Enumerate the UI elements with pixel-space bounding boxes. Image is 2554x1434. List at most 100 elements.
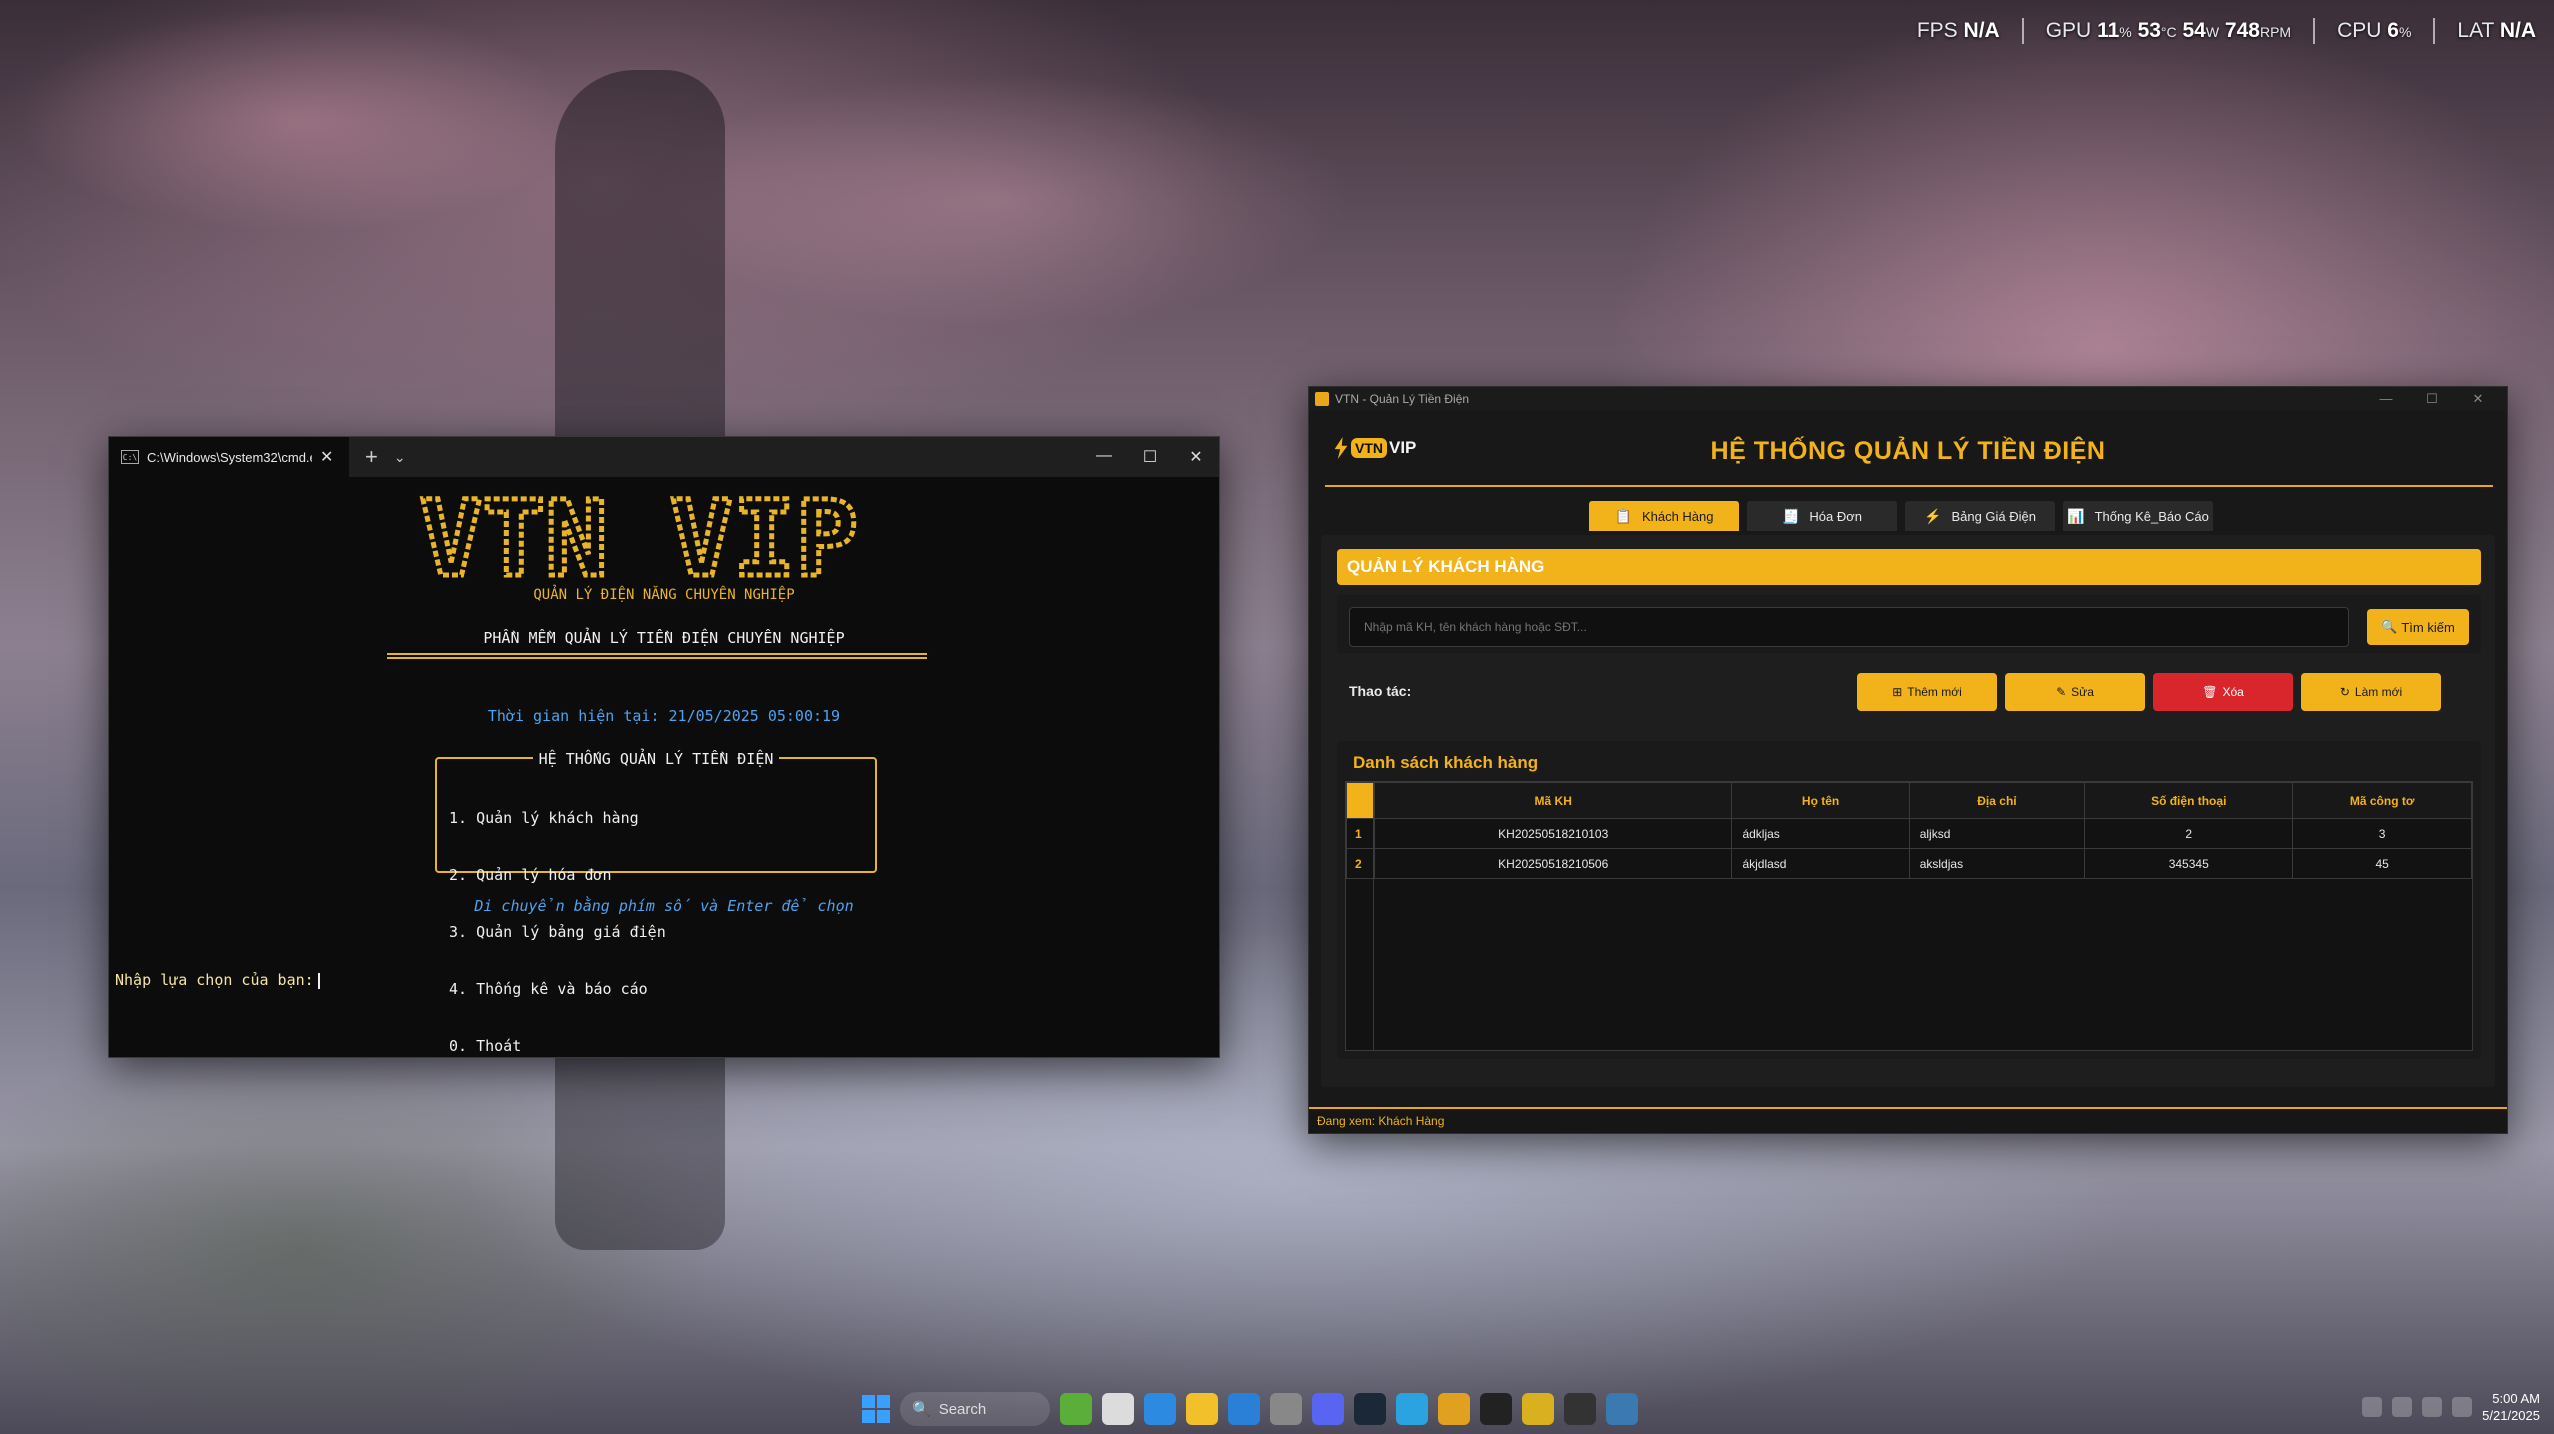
hud-cpu: CPU 6%: [2337, 19, 2412, 42]
tab-dropdown-button[interactable]: ⌄: [394, 449, 406, 466]
maximize-button[interactable]: ☐: [1127, 447, 1173, 467]
taskbar-search-label: Search: [938, 1400, 987, 1418]
menu-item[interactable]: 2. Quản lý hóa đơn: [449, 866, 666, 885]
chrome-icon[interactable]: [1438, 1393, 1470, 1425]
search-button[interactable]: 🔍 Tìm kiếm: [2367, 609, 2469, 645]
section-title: QUẢN LÝ KHÁCH HÀNG: [1337, 549, 2481, 585]
terminal-tab[interactable]: C:\ C:\Windows\System32\cmd.e ✕: [109, 437, 349, 477]
discord-icon[interactable]: [1312, 1393, 1344, 1425]
python-icon[interactable]: [1606, 1393, 1638, 1425]
app-icon[interactable]: [1480, 1393, 1512, 1425]
add-button-label: Thêm mới: [1907, 685, 1962, 699]
terminal-icon[interactable]: [1564, 1393, 1596, 1425]
app-header: VTN VIP HỆ THỐNG QUẢN LÝ TIỀN ĐIỆN: [1309, 411, 2507, 473]
ascii-logo: VTN VIP: [417, 487, 860, 597]
vtn-app-icon[interactable]: [1522, 1393, 1554, 1425]
minimize-button[interactable]: —: [2363, 391, 2409, 407]
telegram-icon[interactable]: [1396, 1393, 1428, 1425]
cell-dia-chi[interactable]: aljksd: [1908, 818, 2086, 849]
cell-ma-kh[interactable]: KH20250518210103: [1373, 818, 1733, 849]
refresh-button[interactable]: ↻ Làm mới: [2301, 673, 2441, 711]
search-button-label: Tìm kiếm: [2401, 619, 2455, 635]
network-icon[interactable]: [2422, 1397, 2443, 1417]
search-input[interactable]: [1349, 607, 2349, 647]
terminal-titlebar[interactable]: C:\ C:\Windows\System32\cmd.e ✕ + ⌄ — ☐ …: [109, 437, 1219, 477]
widgets-icon[interactable]: [1060, 1393, 1092, 1425]
delete-button-label: Xóa: [2222, 685, 2244, 699]
cell-dia-chi[interactable]: aksldjas: [1908, 848, 2086, 879]
tray-icon[interactable]: [2362, 1397, 2383, 1417]
tab-khach-hang[interactable]: 📋 Khách Hàng: [1589, 501, 1739, 531]
clock[interactable]: 5:00 AM 5/21/2025: [2482, 1390, 2540, 1424]
row-header-column: [1346, 782, 1374, 1050]
window-controls: — ☐ ✕: [2363, 391, 2501, 407]
customer-panel: QUẢN LÝ KHÁCH HÀNG 🔍 Tìm kiếm Thao tác: …: [1321, 535, 2495, 1087]
start-button[interactable]: [862, 1395, 890, 1423]
close-button[interactable]: ✕: [2455, 391, 2501, 407]
menu-item[interactable]: 0. Thoát: [449, 1037, 666, 1056]
terminal-body[interactable]: VTN VIP QUẢN LÝ ĐIỆN NĂNG CHUYÊN NGHIỆP …: [109, 477, 1219, 1057]
tab-bang-gia-dien[interactable]: ⚡ Bảng Giá Điện: [1905, 501, 2055, 531]
vscode-icon[interactable]: [1228, 1393, 1260, 1425]
column-header[interactable]: Mã công tơ: [2292, 782, 2472, 819]
menu-item[interactable]: 1. Quản lý khách hàng: [449, 809, 666, 828]
cell-sdt[interactable]: 345345: [2084, 848, 2294, 879]
app-icon: [1315, 392, 1329, 406]
taskbar-search[interactable]: 🔍 Search: [900, 1392, 1050, 1426]
cell-ho-ten[interactable]: ákjdlasd: [1731, 848, 1910, 879]
close-tab-icon[interactable]: ✕: [320, 447, 333, 467]
ascii-logo-text: VTN VIP: [420, 487, 858, 597]
app-icon[interactable]: [1270, 1393, 1302, 1425]
tab-thong-ke[interactable]: 📊 Thống Kê_Báo Cáo: [2063, 501, 2213, 531]
customer-list-section: Danh sách khách hàng Mã KH Họ tên Địa ch…: [1337, 741, 2481, 1059]
header-divider: [1325, 485, 2493, 487]
window-controls: — ☐ ✕: [1081, 447, 1219, 467]
hud-divider: [2313, 18, 2316, 44]
edit-button[interactable]: ✎ Sửa: [2005, 673, 2145, 711]
refresh-icon: ↻: [2339, 685, 2350, 699]
tray-icon[interactable]: [2392, 1397, 2413, 1417]
minimize-button[interactable]: —: [1081, 447, 1127, 467]
tab-label: Bảng Giá Điện: [1951, 508, 2036, 524]
menu-item[interactable]: 4. Thống kê và báo cáo: [449, 980, 666, 999]
column-header[interactable]: Địa chỉ: [1908, 782, 2086, 819]
customer-table[interactable]: Mã KH Họ tên Địa chỉ Số điện thoại Mã cô…: [1345, 781, 2473, 1051]
tab-hoa-don[interactable]: 🧾 Hóa Đơn: [1747, 501, 1897, 531]
system-tray: 5:00 AM 5/21/2025: [2362, 1390, 2540, 1424]
file-explorer-icon[interactable]: [1186, 1393, 1218, 1425]
hud-divider: [2021, 18, 2024, 44]
status-text: Đang xem: Khách Hàng: [1317, 1114, 1445, 1128]
delete-button[interactable]: 🗑 Xóa: [2153, 673, 2293, 711]
volume-icon[interactable]: [2452, 1397, 2473, 1417]
terminal-icon: C:\: [121, 450, 139, 464]
input-prompt[interactable]: Nhập lựa chọn của bạn:: [115, 971, 320, 989]
column-header[interactable]: Số điện thoại: [2084, 782, 2294, 819]
table-header-row: Mã KH Họ tên Địa chỉ Số điện thoại Mã cô…: [1346, 782, 2472, 819]
current-time: Thời gian hiện tại: 21/05/2025 05:00:19: [487, 707, 841, 725]
edge-icon[interactable]: [1144, 1393, 1176, 1425]
new-tab-button[interactable]: +: [365, 444, 378, 470]
cell-ma-kh[interactable]: KH20250518210506: [1373, 848, 1733, 879]
add-button[interactable]: ⊞ Thêm mới: [1857, 673, 1997, 711]
column-header[interactable]: Mã KH: [1373, 782, 1733, 819]
task-view-icon[interactable]: [1102, 1393, 1134, 1425]
app-window[interactable]: VTN - Quản Lý Tiền Điện — ☐ ✕ VTN VIP HỆ…: [1308, 386, 2508, 1134]
table-row[interactable]: 2 KH20250518210506 ákjdlasd aksldjas 345…: [1346, 848, 2472, 879]
trash-icon: 🗑: [2202, 685, 2218, 699]
cell-sdt[interactable]: 2: [2084, 818, 2294, 849]
status-bar: Đang xem: Khách Hàng: [1309, 1107, 2507, 1133]
table-row[interactable]: 1 KH20250518210103 ádkljas aljksd 2 3: [1346, 818, 2472, 849]
maximize-button[interactable]: ☐: [2409, 391, 2455, 407]
menu-item[interactable]: 3. Quản lý bảng giá điện: [449, 923, 666, 942]
menu-items: 1. Quản lý khách hàng 2. Quản lý hóa đơn…: [449, 771, 666, 1094]
terminal-window[interactable]: C:\ C:\Windows\System32\cmd.e ✕ + ⌄ — ☐ …: [108, 436, 1220, 1058]
cell-ho-ten[interactable]: ádkljas: [1731, 818, 1910, 849]
clipboard-icon: 📋: [1614, 507, 1632, 524]
cell-ma-cong-to[interactable]: 3: [2292, 818, 2472, 849]
column-header[interactable]: Họ tên: [1731, 782, 1910, 819]
list-title: Danh sách khách hàng: [1353, 753, 1539, 772]
cell-ma-cong-to[interactable]: 45: [2292, 848, 2472, 879]
app-titlebar[interactable]: VTN - Quản Lý Tiền Điện — ☐ ✕: [1309, 387, 2507, 411]
steam-icon[interactable]: [1354, 1393, 1386, 1425]
close-button[interactable]: ✕: [1173, 447, 1219, 467]
